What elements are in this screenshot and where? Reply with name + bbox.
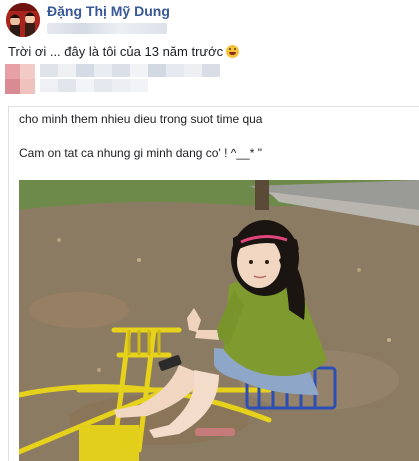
author-name-link[interactable]: Đặng Thị Mỹ Dung: [47, 3, 170, 19]
shared-post-card[interactable]: cho minh them nhieu dieu trong suot time…: [8, 106, 419, 461]
shared-post-text-line-1: cho minh them nhieu dieu trong suot time…: [19, 112, 263, 126]
playground-photo-image: [19, 180, 419, 461]
shared-author-name-pixelated: [40, 64, 220, 77]
shared-author-avatar-pixelated[interactable]: [5, 64, 35, 94]
shared-post-text-line-2: Cam on tat ca nhung gi minh dang co' ! ^…: [19, 146, 262, 160]
post-status-text: Trời ơi ... đây là tôi của 13 năm trước: [8, 44, 240, 59]
shared-post-photo[interactable]: [19, 180, 419, 461]
post-meta-blurred: [47, 23, 167, 34]
facebook-post: Đặng Thị Mỹ Dung Trời ơi ... đây là tôi …: [0, 0, 419, 461]
shared-post-meta-pixelated: [40, 79, 148, 92]
grinning-face-emoji-icon: [226, 45, 240, 58]
avatar-image: [6, 3, 40, 37]
status-text-content: Trời ơi ... đây là tôi của 13 năm trước: [8, 44, 224, 59]
author-avatar[interactable]: [6, 3, 40, 37]
